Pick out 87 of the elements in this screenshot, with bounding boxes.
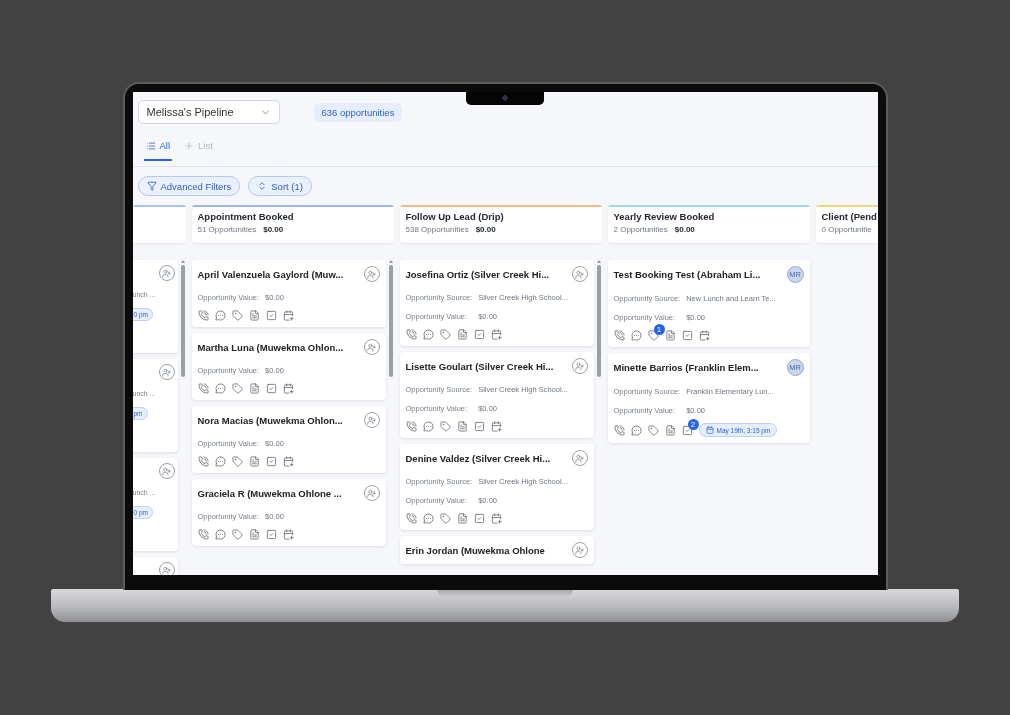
chat-bubble-icon[interactable] xyxy=(422,421,434,432)
phone-icon[interactable] xyxy=(405,513,417,524)
checkbox-icon[interactable] xyxy=(681,330,693,341)
checkbox-icon[interactable] xyxy=(265,529,277,540)
document-icon[interactable] xyxy=(248,383,260,394)
contact-name: Josefina Ortiz (Silver Creek Hi... xyxy=(405,268,550,280)
calendar-icon[interactable] xyxy=(282,383,294,394)
calendar-icon[interactable] xyxy=(698,330,710,341)
chat-bubble-icon[interactable] xyxy=(214,310,226,321)
sort-icon xyxy=(257,181,268,191)
contact-name: Erin Jordan (Muwekma Ohlone xyxy=(405,544,545,556)
calendar-icon[interactable] xyxy=(282,310,294,321)
opportunity-count-badge: 636 opportunities xyxy=(313,102,403,122)
contact-name: Minette Barrios (Franklin Elem... xyxy=(613,362,759,373)
calendar-icon[interactable] xyxy=(282,456,294,467)
tag-icon[interactable] xyxy=(231,456,243,467)
filter-button[interactable]: Advanced Filters xyxy=(137,176,241,196)
phone-icon[interactable] xyxy=(197,456,209,467)
document-icon[interactable] xyxy=(248,529,260,540)
contact-name: April Valenzuela Gaylord (Muw... xyxy=(197,268,344,280)
opportunity-count: 2 Opportunities xyxy=(613,225,668,234)
sort-button[interactable]: Sort (1) xyxy=(248,176,312,196)
document-icon[interactable] xyxy=(248,310,260,321)
list-icon xyxy=(145,140,156,151)
chat-bubble-icon[interactable] xyxy=(630,424,642,436)
document-icon[interactable] xyxy=(456,329,468,340)
contact-name: Test Booking Test (Abraham Li... xyxy=(613,269,761,280)
tag-icon[interactable] xyxy=(439,421,451,432)
stage-title: Client (Pend xyxy=(821,211,878,222)
document-icon[interactable] xyxy=(248,456,260,467)
pipeline-select[interactable]: Melissa's Pipeline xyxy=(137,100,280,124)
stage-amount: $0.00 xyxy=(263,225,284,234)
count-badge: 1 xyxy=(653,324,665,335)
phone-icon[interactable] xyxy=(197,383,209,394)
opportunity-card[interactable]: Erin Jordan (Muwekma Ohlone xyxy=(399,536,594,564)
document-icon[interactable] xyxy=(456,513,468,524)
tag-icon[interactable] xyxy=(647,330,659,341)
chat-bubble-icon[interactable] xyxy=(214,383,226,394)
checkbox-icon[interactable] xyxy=(265,383,277,394)
checkbox-icon[interactable] xyxy=(473,513,485,524)
calendar-icon[interactable] xyxy=(282,529,294,540)
tab[interactable]: All xyxy=(143,134,173,161)
stage-amount: $0.00 xyxy=(475,225,496,234)
phone-icon[interactable] xyxy=(613,424,625,436)
tag-icon[interactable] xyxy=(439,513,451,524)
phone-icon[interactable] xyxy=(405,421,417,432)
chat-bubble-icon[interactable] xyxy=(214,456,226,467)
calendar-icon[interactable] xyxy=(490,421,502,432)
stage-title: Follow Up Lead (Drip) xyxy=(405,211,505,222)
document-icon[interactable] xyxy=(456,421,468,432)
document-icon[interactable] xyxy=(664,424,676,436)
checkbox-icon[interactable] xyxy=(681,424,693,436)
calendar-icon[interactable] xyxy=(490,513,502,524)
contact-name: Martha Luna (Muwekma Ohlon... xyxy=(197,341,344,353)
chat-bubble-icon[interactable] xyxy=(630,330,642,341)
checkbox-icon[interactable] xyxy=(265,310,277,321)
contact-name: Denine Valdez (Silver Creek Hi... xyxy=(405,452,551,464)
chat-bubble-icon[interactable] xyxy=(422,513,434,524)
opportunity-count: 538 Opportunities xyxy=(405,225,469,234)
stage-title: Appointment Booked xyxy=(197,211,295,222)
calendar-icon[interactable] xyxy=(490,329,502,340)
tag-icon[interactable] xyxy=(231,310,243,321)
tag-icon[interactable] xyxy=(231,529,243,540)
count-badge: 2 xyxy=(687,418,699,430)
checkbox-icon[interactable] xyxy=(265,456,277,467)
phone-icon[interactable] xyxy=(613,330,625,341)
chat-bubble-icon[interactable] xyxy=(422,329,434,340)
phone-icon[interactable] xyxy=(405,329,417,340)
phone-icon[interactable] xyxy=(197,529,209,540)
tag-icon[interactable] xyxy=(647,424,659,436)
phone-icon[interactable] xyxy=(197,310,209,321)
opportunity-count: 0 Opportunitie xyxy=(821,225,872,234)
checkbox-icon[interactable] xyxy=(473,329,485,340)
tag-icon[interactable] xyxy=(231,383,243,394)
stage-amount: $0.00 xyxy=(674,225,695,234)
contact-name: Nora Macias (Muwekma Ohlon... xyxy=(197,414,343,426)
stage-title: Yearly Review Booked xyxy=(613,211,716,222)
contact-name: Lisette Goulart (Silver Creek Hi... xyxy=(405,360,554,372)
opportunity-count: 51 Opportunities xyxy=(197,225,257,234)
calendar-icon xyxy=(705,426,714,434)
checkbox-icon[interactable] xyxy=(473,421,485,432)
filter-icon xyxy=(146,181,157,191)
tag-icon[interactable] xyxy=(439,329,451,340)
contact-name: Graciela R (Muwekma Ohlone ... xyxy=(197,487,342,499)
document-icon[interactable] xyxy=(664,330,676,341)
chat-bubble-icon[interactable] xyxy=(214,529,226,540)
plus-icon xyxy=(184,140,195,151)
